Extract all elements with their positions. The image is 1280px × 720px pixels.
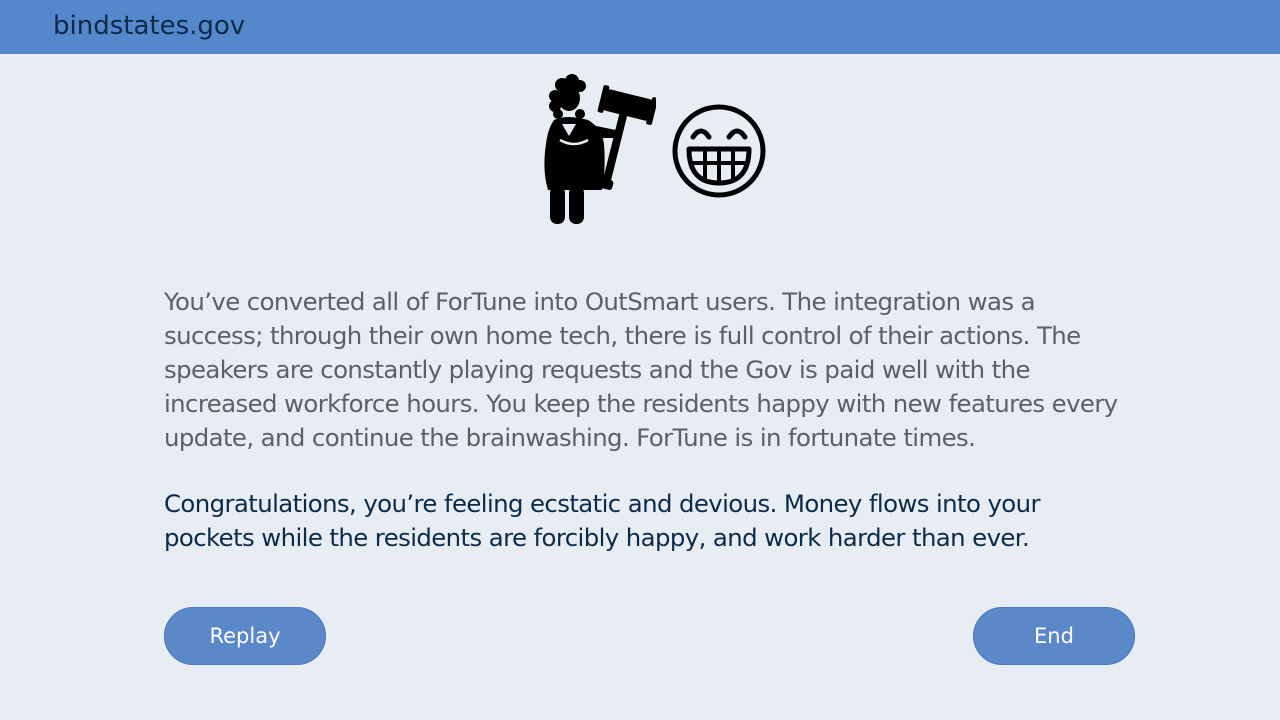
replay-button[interactable]: Replay	[164, 607, 326, 665]
grinning-face-icon	[672, 104, 766, 198]
ending-illustration	[530, 72, 780, 232]
top-bar: bindstates.gov	[0, 0, 1280, 54]
end-button[interactable]: End	[973, 607, 1135, 665]
judge-with-gavel-icon	[544, 74, 656, 224]
ending-story-text: You’ve converted all of ForTune into Out…	[164, 287, 1118, 452]
site-title: bindstates.gov	[53, 11, 246, 41]
ending-outcome-text: Congratulations, you’re feeling ecstatic…	[164, 489, 1041, 552]
